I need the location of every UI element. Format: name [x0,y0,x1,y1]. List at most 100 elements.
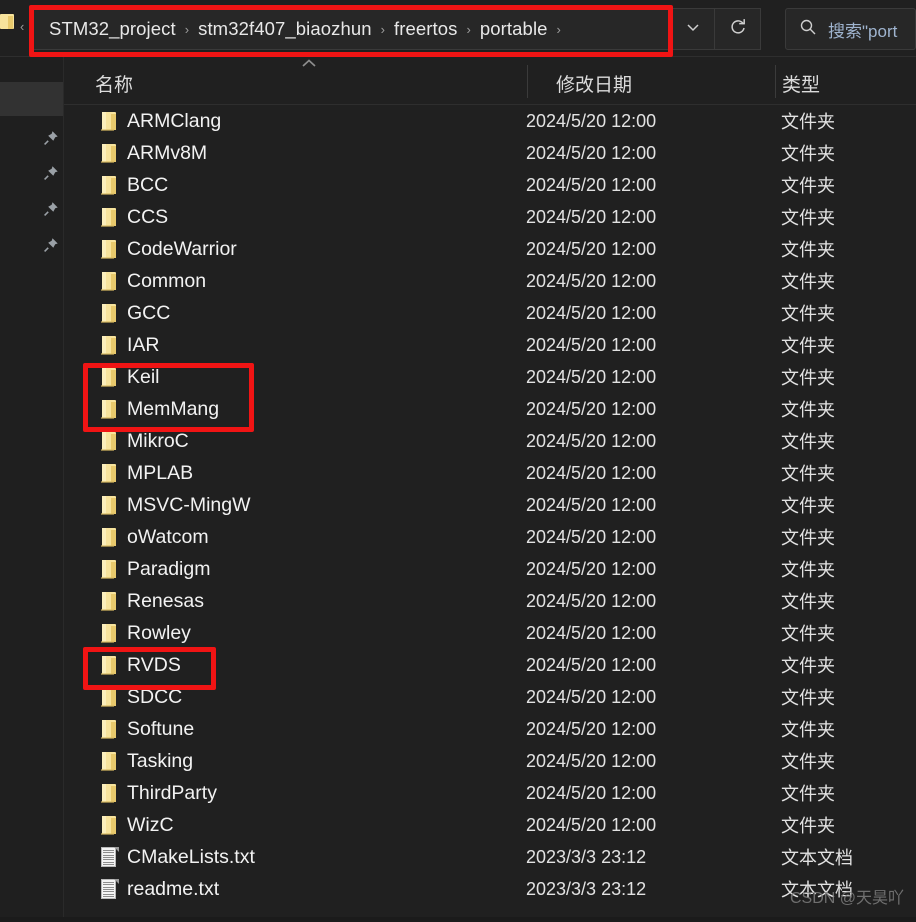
file-row[interactable]: BCC 2024/5/20 12:00 文件夹 [64,169,916,201]
file-row[interactable]: ARMv8M 2024/5/20 12:00 文件夹 [64,137,916,169]
pin-icon[interactable] [42,236,60,254]
file-name[interactable]: Softune [127,718,194,741]
file-name[interactable]: Tasking [127,750,193,773]
search-icon [799,18,817,41]
file-row[interactable]: ARMClang 2024/5/20 12:00 文件夹 [64,105,916,137]
folder-icon [99,559,119,580]
file-row[interactable]: CMakeLists.txt 2023/3/3 23:12 文本文档 [64,841,916,873]
file-name[interactable]: ThirdParty [127,782,217,805]
pin-icon[interactable] [42,200,60,218]
file-date-modified: 2024/5/20 12:00 [526,558,657,579]
file-type: 文件夹 [781,752,835,772]
file-row[interactable]: MemMang 2024/5/20 12:00 文件夹 [64,393,916,425]
file-row[interactable]: Softune 2024/5/20 12:00 文件夹 [64,713,916,745]
breadcrumb-separator-trailing: › [556,21,561,37]
file-date-modified: 2024/5/20 12:00 [526,654,657,675]
file-type: 文件夹 [781,240,835,260]
folder-icon [99,111,119,132]
file-date-modified: 2024/5/20 12:00 [526,590,657,611]
file-name[interactable]: Keil [127,366,160,389]
file-type: 文件夹 [781,560,835,580]
file-name[interactable]: ARMv8M [127,142,207,165]
file-row[interactable]: GCC 2024/5/20 12:00 文件夹 [64,297,916,329]
breadcrumb-item-2[interactable]: freertos [394,18,458,40]
file-row[interactable]: readme.txt 2023/3/3 23:12 文本文档 [64,873,916,905]
search-placeholder: 搜索"port [828,21,898,41]
file-name[interactable]: RVDS [127,654,181,677]
file-explorer-window: ‹ STM32_project › stm32f407_biaozhun › f… [0,0,916,922]
column-divider[interactable] [527,65,528,98]
file-name[interactable]: Paradigm [127,558,210,581]
file-date-modified: 2024/5/20 12:00 [526,302,657,323]
file-name[interactable]: ARMClang [127,110,221,133]
file-list[interactable]: ARMClang 2024/5/20 12:00 文件夹 ARMv8M 2024/5/2… [64,105,916,917]
column-header-date-modified[interactable]: 修改日期 [556,70,632,97]
file-name[interactable]: MSVC-MingW [127,494,251,517]
file-row[interactable]: Paradigm 2024/5/20 12:00 文件夹 [64,553,916,585]
search-input[interactable]: 搜索"port [785,8,916,50]
file-name[interactable]: MemMang [127,398,219,421]
breadcrumb-item-3[interactable]: portable [480,18,548,40]
file-row[interactable]: MSVC-MingW 2024/5/20 12:00 文件夹 [64,489,916,521]
refresh-button[interactable] [715,8,761,50]
file-row[interactable]: oWatcom 2024/5/20 12:00 文件夹 [64,521,916,553]
file-row[interactable]: Keil 2024/5/20 12:00 文件夹 [64,361,916,393]
file-date-modified: 2024/5/20 12:00 [526,430,657,451]
file-name[interactable]: CCS [127,206,168,229]
file-type: 文件夹 [781,496,835,516]
file-row[interactable]: SDCC 2024/5/20 12:00 文件夹 [64,681,916,713]
file-date-modified: 2024/5/20 12:00 [526,782,657,803]
nav-rail-selected-item[interactable] [0,82,63,116]
column-divider[interactable] [775,65,776,98]
breadcrumb-item-1[interactable]: stm32f407_biaozhun [198,18,372,40]
file-name[interactable]: CodeWarrior [127,238,237,261]
folder-icon [99,271,119,292]
file-row[interactable]: Common 2024/5/20 12:00 文件夹 [64,265,916,297]
back-chevron-icon[interactable]: ‹ [20,20,24,34]
column-header-name[interactable]: 名称 [95,70,133,97]
pin-icon[interactable] [42,129,60,147]
column-header-row: 名称 修改日期 类型 [64,57,916,105]
file-row[interactable]: IAR 2024/5/20 12:00 文件夹 [64,329,916,361]
file-name[interactable]: WizC [127,814,174,837]
file-name[interactable]: BCC [127,174,168,197]
current-folder-icon [0,14,14,30]
file-type: 文件夹 [781,528,835,548]
file-row[interactable]: Rowley 2024/5/20 12:00 文件夹 [64,617,916,649]
file-name[interactable]: Rowley [127,622,191,645]
file-row[interactable]: MPLAB 2024/5/20 12:00 文件夹 [64,457,916,489]
chevron-down-icon [684,18,702,41]
file-type: 文件夹 [781,112,835,132]
address-bar-input[interactable]: STM32_project › stm32f407_biaozhun › fre… [31,8,671,50]
pin-icon[interactable] [42,164,60,182]
file-row[interactable]: ThirdParty 2024/5/20 12:00 文件夹 [64,777,916,809]
file-name[interactable]: CMakeLists.txt [127,846,255,869]
file-date-modified: 2024/5/20 12:00 [526,142,657,163]
file-name[interactable]: readme.txt [127,878,219,901]
file-name[interactable]: MikroC [127,430,189,453]
file-name[interactable]: MPLAB [127,462,193,485]
file-type: 文件夹 [781,144,835,164]
file-row[interactable]: CodeWarrior 2024/5/20 12:00 文件夹 [64,233,916,265]
file-row[interactable]: RVDS 2024/5/20 12:00 文件夹 [64,649,916,681]
file-row[interactable]: Renesas 2024/5/20 12:00 文件夹 [64,585,916,617]
file-type: 文件夹 [781,336,835,356]
window-bottom-edge [0,917,916,922]
file-name[interactable]: GCC [127,302,170,325]
address-history-dropdown-button[interactable] [671,8,715,50]
column-header-type[interactable]: 类型 [782,70,820,97]
file-type: 文件夹 [781,656,835,676]
breadcrumb-item-0[interactable]: STM32_project [49,18,176,40]
file-name[interactable]: SDCC [127,686,182,709]
file-type: 文件夹 [781,304,835,324]
navigation-rail [0,57,64,922]
file-name[interactable]: IAR [127,334,160,357]
file-row[interactable]: MikroC 2024/5/20 12:00 文件夹 [64,425,916,457]
file-name[interactable]: Renesas [127,590,204,613]
file-row[interactable]: WizC 2024/5/20 12:00 文件夹 [64,809,916,841]
file-type: 文本文档 [781,848,853,868]
file-name[interactable]: Common [127,270,206,293]
file-row[interactable]: Tasking 2024/5/20 12:00 文件夹 [64,745,916,777]
file-row[interactable]: CCS 2024/5/20 12:00 文件夹 [64,201,916,233]
file-name[interactable]: oWatcom [127,526,209,549]
